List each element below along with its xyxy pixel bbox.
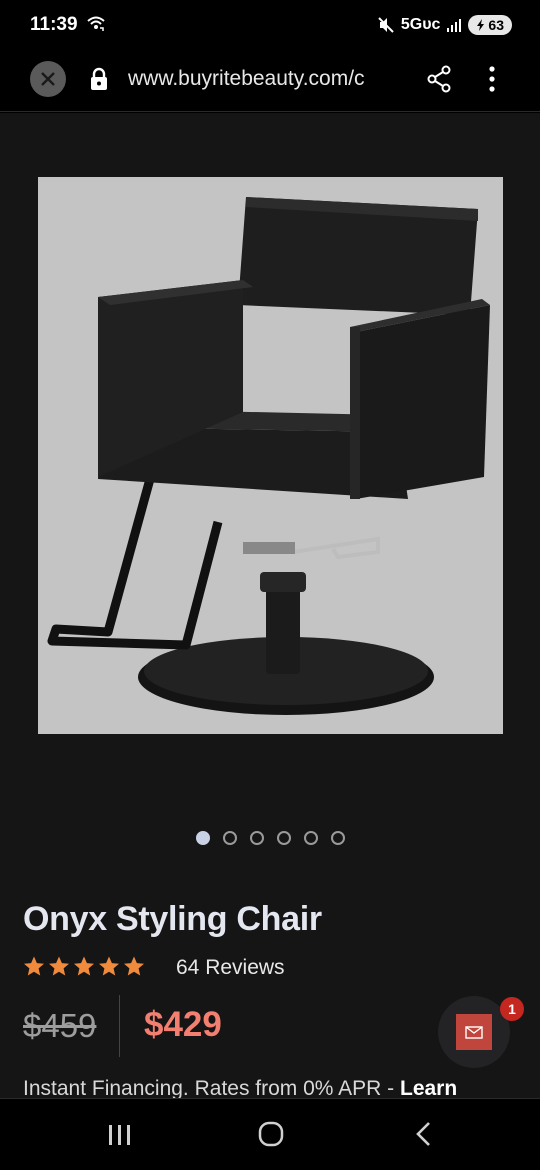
- image-carousel-dots: [0, 831, 540, 845]
- styling-chair-image: [47, 197, 490, 715]
- status-indicators: 5Gᴜᴄ 63: [377, 14, 512, 36]
- system-nav-bar: [0, 1098, 540, 1170]
- financing-learn-link[interactable]: Learn: [400, 1077, 457, 1098]
- star-icon: [124, 956, 144, 976]
- star-icon: [74, 956, 94, 976]
- star-icon: [49, 956, 69, 976]
- battery-indicator: 63: [468, 15, 512, 35]
- close-icon: [41, 72, 55, 86]
- price-divider: [119, 995, 120, 1057]
- back-icon[interactable]: [413, 1121, 435, 1147]
- signal-icon: [447, 19, 462, 32]
- url-bar[interactable]: www.buyritebeauty.com/c: [128, 67, 403, 91]
- financing-label: Instant Financing. Rates from 0% APR -: [23, 1077, 400, 1098]
- carousel-dot[interactable]: [303, 831, 318, 845]
- chat-notification-badge: 1: [500, 997, 524, 1021]
- more-vert-icon[interactable]: [480, 65, 504, 93]
- browser-toolbar: www.buyritebeauty.com/c: [0, 50, 540, 112]
- sale-price: $429: [144, 1005, 222, 1044]
- mail-icon: [456, 1014, 492, 1050]
- carousel-dot[interactable]: [222, 831, 237, 845]
- financing-text: Instant Financing. Rates from 0% APR - L…: [23, 1077, 457, 1098]
- wifi-call-icon: [87, 16, 105, 31]
- network-type: 5Gᴜᴄ: [400, 16, 441, 33]
- share-icon[interactable]: [426, 65, 452, 93]
- carousel-dot[interactable]: [249, 831, 264, 845]
- charging-icon: [477, 19, 485, 31]
- status-time: 11:39: [30, 14, 78, 35]
- home-icon[interactable]: [258, 1121, 284, 1147]
- status-bar: 11:39 5Gᴜᴄ 63: [0, 0, 540, 50]
- mute-icon: [378, 17, 394, 33]
- rating-stars[interactable]: [23, 955, 145, 977]
- original-price: $459: [23, 1007, 97, 1044]
- carousel-dot[interactable]: [195, 831, 210, 845]
- star-icon: [24, 956, 44, 976]
- product-title: Onyx Styling Chair: [23, 900, 322, 938]
- product-image[interactable]: [38, 177, 503, 734]
- recents-icon[interactable]: [106, 1123, 134, 1147]
- battery-level: 63: [488, 17, 504, 33]
- product-page: Onyx Styling Chair 64 Reviews $459 $429 …: [0, 113, 540, 1098]
- reviews-link[interactable]: 64 Reviews: [176, 956, 285, 980]
- star-icon: [99, 956, 119, 976]
- close-tab-button[interactable]: [30, 61, 66, 97]
- lock-icon[interactable]: [89, 67, 109, 91]
- carousel-dot[interactable]: [330, 831, 345, 845]
- carousel-dot[interactable]: [276, 831, 291, 845]
